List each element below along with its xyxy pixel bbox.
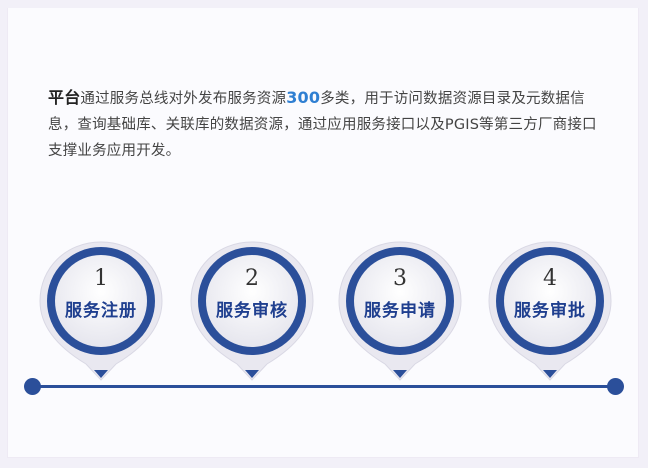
step-name: 服务申请 [364, 301, 436, 321]
step-4: 4 服务审批 [487, 240, 613, 386]
content-frame [7, 8, 639, 458]
step-number: 2 [245, 266, 259, 291]
intro-count: 300 [286, 87, 321, 107]
step-number: 1 [94, 266, 108, 291]
intro-lead: 平台 [48, 87, 81, 107]
step-name: 服务审核 [216, 301, 288, 321]
step-number: 3 [393, 266, 407, 291]
step-number: 4 [543, 266, 557, 291]
intro-paragraph: 平台通过服务总线对外发布服务资源300多类，用于访问数据资源目录及元数据信息，查… [48, 85, 608, 164]
step-name: 服务注册 [65, 301, 137, 321]
step-1: 1 服务注册 [38, 240, 164, 386]
step-3: 3 服务申请 [337, 240, 463, 386]
intro-text-before: 通过服务总线对外发布服务资源 [80, 90, 287, 107]
step-2: 2 服务审核 [189, 240, 315, 386]
step-name: 服务审批 [514, 301, 586, 321]
